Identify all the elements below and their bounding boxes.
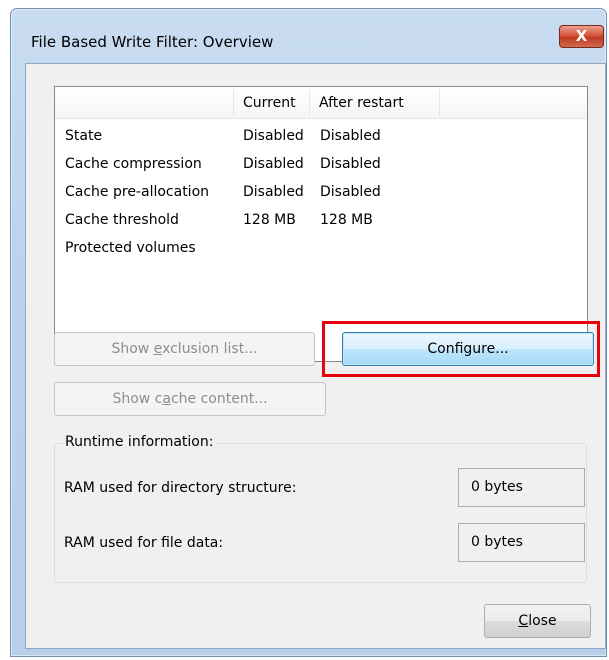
runtime-information-group bbox=[54, 443, 587, 583]
ram-directory-value: 0 bytes bbox=[458, 468, 585, 507]
highlight-annotation bbox=[322, 321, 600, 377]
header-separator[interactable] bbox=[439, 89, 440, 116]
mnemonic: e bbox=[153, 341, 163, 357]
close-button[interactable]: Close bbox=[484, 604, 591, 638]
row-current: Disabled bbox=[243, 128, 304, 144]
column-header-after-restart[interactable]: After restart bbox=[319, 95, 404, 111]
show-exclusion-list-button[interactable]: Show exclusion list... bbox=[54, 332, 315, 366]
list-item[interactable]: State Disabled Disabled bbox=[55, 128, 587, 148]
listview-header: Current After restart bbox=[55, 87, 587, 119]
ram-file-value: 0 bytes bbox=[458, 523, 585, 562]
row-after: Disabled bbox=[320, 156, 381, 172]
row-current: Disabled bbox=[243, 156, 304, 172]
show-cache-content-button[interactable]: Show cache content... bbox=[54, 382, 326, 416]
list-item[interactable]: Cache threshold 128 MB 128 MB bbox=[55, 212, 587, 232]
row-label: Cache pre-allocation bbox=[65, 184, 210, 200]
dialog-window: File Based Write Filter: Overview X Curr… bbox=[10, 8, 607, 657]
mnemonic: C bbox=[518, 613, 529, 629]
mnemonic: a bbox=[162, 391, 171, 407]
header-separator[interactable] bbox=[309, 89, 310, 116]
row-label: State bbox=[65, 128, 103, 144]
row-after: Disabled bbox=[320, 184, 381, 200]
list-item[interactable]: Cache pre-allocation Disabled Disabled bbox=[55, 184, 587, 204]
list-item[interactable]: Protected volumes bbox=[55, 240, 587, 260]
row-label: Cache threshold bbox=[65, 212, 179, 228]
group-title: Runtime information: bbox=[62, 434, 217, 450]
close-window-button[interactable]: X bbox=[559, 25, 604, 48]
button-label: lose bbox=[528, 613, 557, 629]
close-icon: X bbox=[575, 27, 588, 45]
button-label: Show c bbox=[112, 391, 163, 407]
ram-directory-label: RAM used for directory structure: bbox=[64, 480, 297, 496]
window-title: File Based Write Filter: Overview bbox=[31, 33, 274, 51]
row-label: Protected volumes bbox=[65, 240, 196, 256]
row-after: 128 MB bbox=[320, 212, 373, 228]
list-item[interactable]: Cache compression Disabled Disabled bbox=[55, 156, 587, 176]
dialog-client-area: Current After restart State Disabled Dis… bbox=[25, 63, 606, 649]
ram-file-label: RAM used for file data: bbox=[64, 535, 224, 551]
row-current: Disabled bbox=[243, 184, 304, 200]
header-separator[interactable] bbox=[233, 89, 234, 116]
row-current: 128 MB bbox=[243, 212, 296, 228]
column-header-current[interactable]: Current bbox=[243, 95, 296, 111]
button-label: che content... bbox=[170, 391, 268, 407]
row-label: Cache compression bbox=[65, 156, 202, 172]
button-label: Show bbox=[111, 341, 154, 357]
row-after: Disabled bbox=[320, 128, 381, 144]
button-label: xclusion list... bbox=[162, 341, 258, 357]
